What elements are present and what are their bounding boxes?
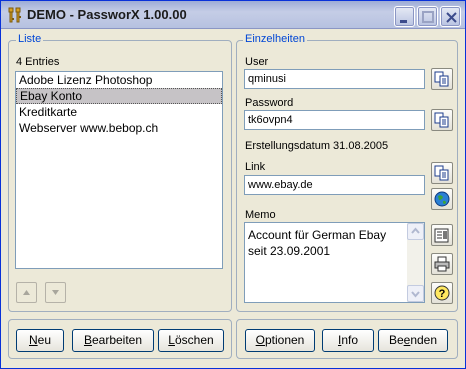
list-item[interactable]: Kreditkarte — [16, 104, 222, 120]
details-panel-legend: Einzelheiten — [243, 33, 307, 45]
scroll-up-button[interactable] — [407, 223, 424, 240]
edit-button-accesskey: B — [83, 333, 92, 347]
print-button[interactable] — [431, 253, 453, 275]
exit-button[interactable]: Beenden — [378, 329, 448, 352]
password-field[interactable]: tk6ovpn4 — [244, 110, 425, 130]
copy-icon — [434, 165, 449, 181]
svg-text:?: ? — [439, 288, 446, 300]
minimize-icon — [400, 20, 407, 23]
main-window: DEMO - PassworX 1.00.00 Liste 4 Entries … — [0, 0, 466, 369]
entry-list[interactable]: Adobe Lizenz Photoshop Ebay Konto Kredit… — [15, 71, 223, 269]
creation-date: Erstellungsdatum 31.08.2005 — [245, 140, 389, 152]
link-label: Link — [245, 161, 266, 173]
properties-icon — [434, 228, 449, 243]
properties-button[interactable] — [431, 224, 453, 246]
maximize-button[interactable] — [417, 6, 438, 27]
options-button[interactable]: Optionen — [245, 329, 315, 352]
delete-button[interactable]: Löschen — [158, 329, 224, 352]
list-item[interactable]: Webserver www.bebop.ch — [16, 120, 222, 136]
edit-button[interactable]: Bearbeiten — [72, 329, 154, 352]
printer-icon — [434, 256, 450, 272]
user-label: User — [245, 56, 269, 68]
move-down-button[interactable] — [45, 282, 66, 303]
delete-button-accesskey: L — [168, 333, 175, 347]
close-button[interactable] — [440, 6, 461, 27]
link-field[interactable]: www.ebay.de — [244, 175, 425, 195]
exit-button-label-end: nden — [410, 333, 438, 347]
copy-link-button[interactable] — [431, 162, 453, 184]
new-button[interactable]: Neu — [16, 329, 64, 352]
help-button[interactable]: ? — [431, 282, 453, 304]
new-button-label: eu — [37, 333, 52, 347]
info-button[interactable]: Info — [322, 329, 374, 352]
help-icon: ? — [434, 285, 450, 301]
exit-button-label-start: Be — [388, 333, 404, 347]
copy-user-button[interactable] — [431, 68, 453, 90]
options-button-label: ptionen — [264, 333, 305, 347]
memo-scrollbar[interactable] — [407, 223, 424, 302]
scroll-down-icon — [411, 291, 420, 298]
options-button-accesskey: O — [255, 333, 265, 347]
arrow-down-icon — [52, 290, 59, 295]
list-item[interactable]: Adobe Lizenz Photoshop — [16, 72, 222, 88]
memo-field[interactable]: Account für German Ebay seit 23.09.2001 — [244, 222, 425, 303]
user-field[interactable]: qminusi — [244, 69, 425, 89]
info-button-label: nfo — [341, 333, 359, 347]
new-button-accesskey: N — [28, 333, 38, 347]
password-label: Password — [245, 97, 294, 109]
globe-icon — [434, 191, 450, 207]
minimize-button[interactable] — [394, 6, 415, 27]
list-panel-legend: Liste — [16, 33, 44, 45]
memo-text: Account für German Ebay seit 23.09.2001 — [248, 228, 387, 258]
close-icon — [446, 12, 457, 23]
edit-button-label: earbeiten — [91, 333, 143, 347]
list-item-selected[interactable]: Ebay Konto — [16, 88, 222, 104]
maximize-icon — [422, 11, 434, 23]
window-title: DEMO - PassworX 1.00.00 — [27, 7, 187, 22]
entry-count: 4 Entries — [16, 56, 60, 68]
arrow-up-icon — [23, 290, 30, 295]
title-bar[interactable]: DEMO - PassworX 1.00.00 — [1, 1, 465, 29]
move-up-button[interactable] — [16, 282, 37, 303]
open-link-button[interactable] — [431, 188, 453, 210]
copy-password-button[interactable] — [431, 109, 453, 131]
key-app-icon — [8, 7, 21, 23]
memo-label: Memo — [245, 209, 276, 221]
scroll-down-button[interactable] — [407, 285, 424, 302]
copy-icon — [434, 112, 449, 128]
scroll-up-icon — [411, 227, 420, 234]
delete-button-label: öschen — [174, 333, 214, 347]
copy-icon — [434, 71, 449, 87]
